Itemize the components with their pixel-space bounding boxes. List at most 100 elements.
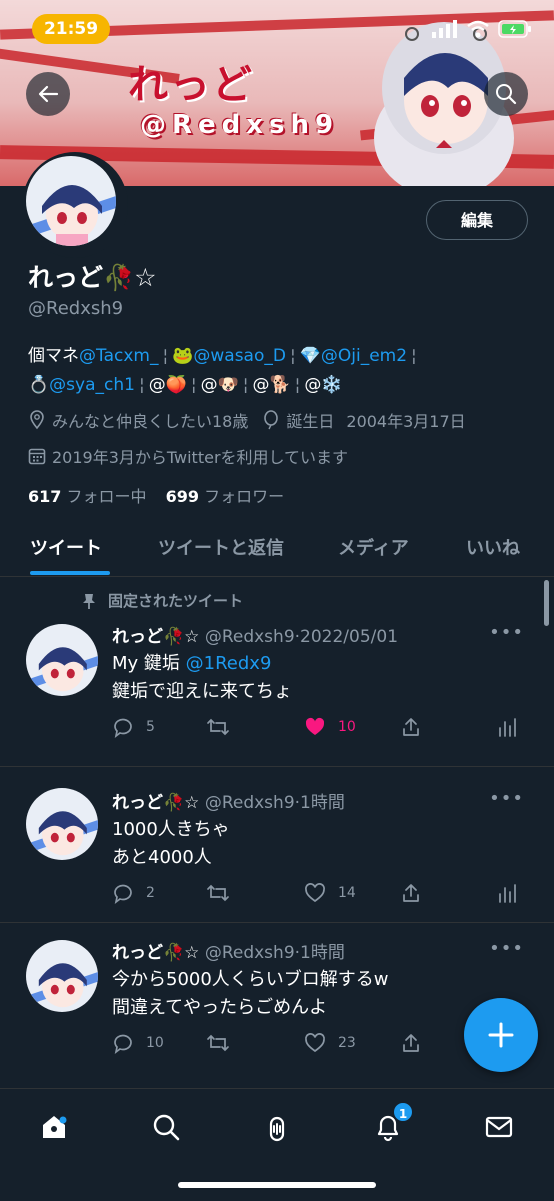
status-icons — [432, 18, 532, 40]
nav-home[interactable] — [34, 1107, 74, 1147]
tweet-header: れっど🥀☆ @Redxsh9·2022/05/01 — [112, 627, 399, 647]
retweet-button[interactable] — [206, 1032, 242, 1054]
frog-emoji: 🐸 — [172, 346, 194, 366]
bio-mention-link[interactable]: @wasao_D — [193, 346, 286, 366]
share-icon — [403, 718, 419, 736]
tweet-text-line: あと4000人 — [112, 847, 212, 868]
like-count: 14 — [338, 885, 356, 901]
share-button[interactable] — [400, 716, 422, 738]
tweet-text-line: 間違えてやったらごめんよ — [112, 997, 328, 1018]
share-button[interactable] — [400, 882, 422, 904]
tweet-more-button[interactable]: ••• — [489, 938, 524, 959]
nav-notifications[interactable]: 1 — [368, 1101, 414, 1147]
nav-explore[interactable] — [146, 1107, 186, 1147]
nav-spaces[interactable] — [257, 1107, 297, 1147]
tab-tweets-and-replies[interactable]: ツイートと返信 — [158, 534, 284, 560]
tab-likes[interactable]: いいね — [466, 534, 520, 560]
bio-mention-link[interactable]: @sya_ch1 — [49, 375, 135, 395]
reply-icon — [114, 718, 132, 738]
avatar-image — [26, 788, 98, 860]
profile-meta-row: みんなと仲良くしたい18歳 誕生日 2004年3月17日 — [28, 408, 466, 432]
reply-count: 2 — [146, 885, 155, 901]
like-count: 10 — [338, 719, 356, 735]
tweet-author-name[interactable]: れっど🥀☆ — [112, 627, 199, 647]
tweet-more-button[interactable]: ••• — [489, 788, 524, 809]
tab-media[interactable]: メディア — [338, 534, 409, 560]
birthday-label: 誕生日 — [286, 412, 335, 431]
tweet-avatar[interactable] — [26, 788, 98, 860]
location-icon — [30, 410, 44, 430]
like-button[interactable]: 14 — [304, 882, 356, 904]
retweet-icon — [207, 884, 229, 902]
tweet-text-line: 鍵垢で迎えに来てちょ — [112, 681, 292, 702]
mail-icon — [485, 1116, 513, 1138]
retweet-button[interactable] — [206, 882, 242, 904]
retweet-button[interactable] — [206, 716, 242, 738]
tab-tweets[interactable]: ツイート — [30, 534, 102, 560]
tweet-author-handle: @Redxsh9 — [204, 793, 295, 813]
reply-button[interactable]: 5 — [112, 716, 155, 738]
edit-profile-button[interactable]: 編集 — [426, 200, 528, 240]
tweet-more-button[interactable]: ••• — [489, 622, 524, 643]
search-button[interactable] — [484, 72, 528, 116]
tweet-time[interactable]: 1時間 — [300, 943, 345, 963]
retweet-icon — [207, 1034, 229, 1052]
tweet-actions: 5 10 — [112, 716, 532, 740]
signal-icon — [432, 20, 457, 38]
analytics-button[interactable] — [496, 882, 518, 904]
profile-joined-row: 2019年3月からTwitterを利用しています — [28, 444, 348, 468]
bio-mention-emoji: @❄️ — [304, 375, 343, 395]
tweet-text-line: 1000人きちゃ — [112, 819, 230, 840]
like-icon — [305, 883, 325, 903]
explore-icon — [153, 1114, 180, 1141]
profile-avatar[interactable] — [22, 152, 128, 258]
reply-button[interactable]: 10 — [112, 1032, 164, 1054]
bio-line-1: 個マネ@Tacxm_ ¦ 🐸@wasao_D ¦ 💎@Oji_em2 ¦ — [28, 346, 417, 366]
profile-bio: 個マネ@Tacxm_ ¦ 🐸@wasao_D ¦ 💎@Oji_em2 ¦ 💍@sya_ch… — [28, 342, 538, 400]
like-icon — [305, 717, 325, 735]
tweet-mention-link[interactable]: @1Redx9 — [186, 653, 272, 674]
tweet-header: れっど🥀☆ @Redxsh9·1時間 — [112, 943, 345, 963]
like-button[interactable]: 23 — [304, 1032, 356, 1054]
tweet-time[interactable]: 2022/05/01 — [300, 627, 398, 647]
avatar-image — [26, 624, 98, 696]
followers-label: フォロワー — [204, 487, 285, 506]
like-button[interactable]: 10 — [304, 716, 356, 738]
bio-mention-emoji: @🐶 — [200, 375, 239, 395]
follow-stats: 617 フォロー中 699 フォロワー — [28, 483, 284, 507]
tweet-text-line: 今から5000人くらいブロ解するw — [112, 969, 389, 990]
tweet-avatar[interactable] — [26, 940, 98, 1012]
analytics-button[interactable] — [496, 716, 518, 738]
share-icon — [403, 884, 419, 902]
nav-messages[interactable] — [479, 1107, 519, 1147]
compose-plus-icon — [488, 1022, 514, 1048]
share-button[interactable] — [400, 1032, 422, 1054]
profile-name: れっど🥀☆ — [28, 263, 157, 292]
tweet-author-name[interactable]: れっど🥀☆ — [112, 793, 199, 813]
gem-emoji: 💎 — [299, 346, 321, 366]
back-button[interactable] — [26, 72, 70, 116]
calendar-icon — [28, 448, 46, 465]
battery-icon — [498, 20, 531, 38]
reply-count: 5 — [146, 719, 155, 735]
tweet-time[interactable]: 1時間 — [300, 793, 345, 813]
tweet-item[interactable]: れっど🥀☆ @Redxsh9·1時間 ••• 1000人きちゃ あと4000人 … — [0, 766, 554, 923]
home-indicator — [178, 1182, 376, 1188]
following-link[interactable]: 617 フォロー中 — [28, 487, 147, 506]
compose-tweet-button[interactable] — [464, 998, 538, 1072]
bio-mention-link[interactable]: @Tacxm_ — [79, 346, 158, 366]
tweet-item[interactable]: れっど🥀☆ @Redxsh9·2022/05/01 ••• My 鍵垢 @1Re… — [0, 576, 554, 767]
tweet-author-handle: @Redxsh9 — [204, 627, 295, 647]
tweet-header: れっど🥀☆ @Redxsh9·1時間 — [112, 793, 345, 813]
reply-count: 10 — [146, 1035, 164, 1051]
tweet-author-name[interactable]: れっど🥀☆ — [112, 943, 199, 963]
reply-button[interactable]: 2 — [112, 882, 155, 904]
following-count: 617 — [28, 487, 62, 506]
tweet-item[interactable]: れっど🥀☆ @Redxsh9·1時間 ••• 今から5000人くらいブロ解するw… — [0, 922, 554, 1088]
tweet-text: 1000人きちゃ あと4000人 — [112, 816, 230, 872]
following-label: フォロー中 — [66, 487, 147, 506]
tweet-avatar[interactable] — [26, 624, 98, 696]
followers-link[interactable]: 699 フォロワー — [166, 487, 285, 506]
bio-mention-link[interactable]: @Oji_em2 — [321, 346, 407, 366]
retweet-icon — [207, 718, 229, 736]
